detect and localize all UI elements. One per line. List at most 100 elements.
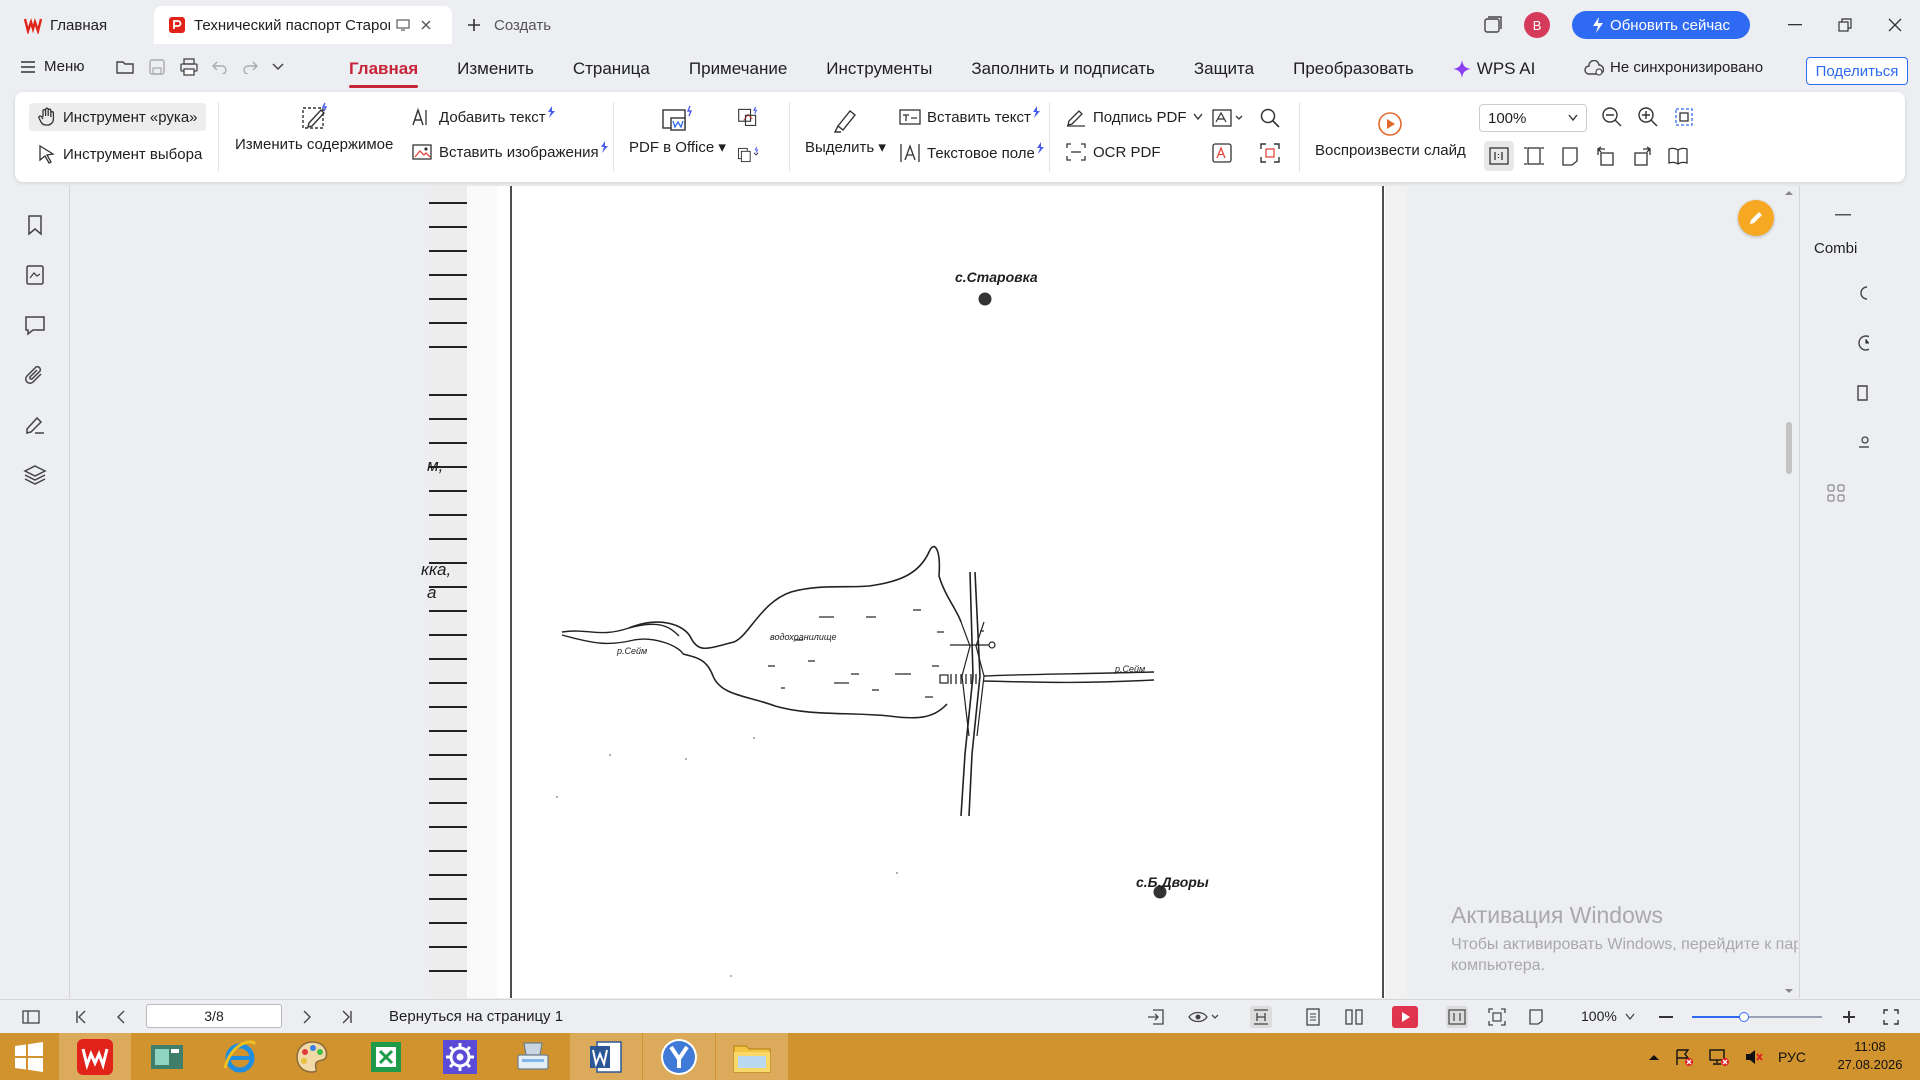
- hand-tool-button[interactable]: Инструмент «рука»: [29, 103, 206, 131]
- comment-icon[interactable]: [22, 312, 48, 338]
- scroll-up-icon[interactable]: [1782, 188, 1796, 198]
- nav-tab-tools[interactable]: Инструменты: [826, 50, 932, 88]
- chevron-down-icon[interactable]: [272, 63, 284, 71]
- volume-muted-icon[interactable]: [1744, 1048, 1764, 1066]
- print-icon[interactable]: [180, 58, 198, 76]
- rotate-left-button[interactable]: [1595, 145, 1617, 167]
- tab-document[interactable]: Технический паспорт Старовского водохран…: [154, 6, 452, 44]
- taskbar-word[interactable]: [570, 1033, 642, 1080]
- window-list-icon[interactable]: [1482, 16, 1502, 34]
- redo-icon[interactable]: [242, 60, 258, 74]
- undo-icon[interactable]: [212, 60, 228, 74]
- sign-pdf-button[interactable]: Подпись PDF: [1065, 107, 1203, 127]
- flag-alert-icon[interactable]: [1674, 1048, 1694, 1066]
- zoom-slider[interactable]: [1692, 1012, 1822, 1022]
- select-tool-button[interactable]: Инструмент выбора: [37, 144, 202, 164]
- search-button[interactable]: [1259, 107, 1281, 129]
- apps-grid-icon[interactable]: [1827, 484, 1845, 502]
- panel-tool-icon[interactable]: [1857, 384, 1869, 402]
- book-view-button[interactable]: [1667, 145, 1689, 167]
- taskbar-paint[interactable]: [276, 1033, 348, 1080]
- network-icon[interactable]: [1708, 1048, 1730, 1066]
- nav-tab-wps-ai[interactable]: WPS AI: [1452, 50, 1535, 88]
- new-tab-button[interactable]: Создать: [466, 12, 551, 38]
- toggle-sidebar-button[interactable]: [20, 1006, 42, 1028]
- ocr-pdf-button[interactable]: OCR PDF: [1065, 142, 1161, 162]
- taskbar-yandex-browser[interactable]: [643, 1033, 715, 1080]
- insert-text-button[interactable]: Вставить текст: [899, 106, 1041, 127]
- monitor-icon[interactable]: [396, 19, 410, 31]
- nav-tab-home[interactable]: Главная: [349, 50, 419, 88]
- fit-width-button[interactable]: [1523, 145, 1545, 167]
- copy-format-button[interactable]: [737, 144, 759, 166]
- edit-floating-button[interactable]: [1738, 200, 1774, 236]
- nav-tab-fill-sign[interactable]: Заполнить и подписать: [971, 50, 1155, 88]
- zoom-in-button[interactable]: [1637, 106, 1659, 128]
- tab-home[interactable]: Главная: [10, 6, 148, 44]
- ai-text-button[interactable]: [1211, 142, 1233, 164]
- pdf-to-office-button[interactable]: PDF в Office ▾: [629, 106, 726, 156]
- highlight-button[interactable]: Выделить ▾: [805, 106, 886, 156]
- panel-tool-icon[interactable]: [1857, 334, 1869, 352]
- rotate-right-button[interactable]: [1631, 145, 1653, 167]
- taskbar-scanner[interactable]: [497, 1033, 569, 1080]
- share-button[interactable]: Поделиться: [1806, 57, 1908, 85]
- panel-tool-icon[interactable]: [1857, 434, 1869, 452]
- next-page-button[interactable]: [296, 1006, 318, 1028]
- sync-status[interactable]: Не синхронизировано: [1584, 59, 1763, 76]
- document-area[interactable]: с.Старовка с.Б.Дворы водохранилище р.Сей…: [71, 186, 1798, 998]
- taskbar-media-center[interactable]: [131, 1033, 203, 1080]
- open-folder-icon[interactable]: [116, 59, 134, 75]
- fit-height-status-button[interactable]: [1525, 1006, 1547, 1028]
- continuous-scroll-button[interactable]: [1250, 1006, 1272, 1028]
- prev-page-button[interactable]: [110, 1006, 132, 1028]
- save-icon[interactable]: [148, 58, 166, 76]
- play-slide-button[interactable]: Воспроизвести слайд: [1315, 110, 1466, 159]
- actual-size-status-button[interactable]: [1446, 1006, 1468, 1028]
- taskbar-clock[interactable]: 11:08 27.08.2026: [1830, 1038, 1910, 1074]
- view-mode-dropdown[interactable]: [1186, 1006, 1222, 1028]
- nav-tab-convert[interactable]: Преобразовать: [1293, 50, 1414, 88]
- fit-page-status-button[interactable]: [1486, 1006, 1508, 1028]
- maximize-button[interactable]: [1820, 8, 1870, 42]
- signature-icon[interactable]: [22, 412, 48, 438]
- user-avatar[interactable]: В: [1524, 12, 1551, 38]
- bookmark-icon[interactable]: [22, 212, 48, 238]
- fit-height-button[interactable]: [1559, 145, 1581, 167]
- screenshot-button[interactable]: [1259, 142, 1281, 164]
- page-number-input[interactable]: 3/8: [146, 1004, 282, 1028]
- scroll-down-icon[interactable]: [1782, 986, 1796, 996]
- two-page-button[interactable]: [1343, 1006, 1365, 1028]
- insert-image-button[interactable]: Вставить изображения: [411, 141, 609, 162]
- actual-size-button[interactable]: [1484, 141, 1514, 171]
- layers-icon[interactable]: [22, 462, 48, 488]
- nav-tab-protect[interactable]: Защита: [1194, 50, 1254, 88]
- fit-page-button[interactable]: [1673, 106, 1695, 128]
- text-field-button[interactable]: Текстовое поле: [899, 142, 1045, 164]
- export-button[interactable]: [1145, 1006, 1167, 1028]
- add-text-button[interactable]: Добавить текст: [411, 106, 556, 127]
- fullscreen-button[interactable]: [1880, 1006, 1902, 1028]
- zoom-level-dropdown[interactable]: 100%: [1581, 1008, 1635, 1024]
- thumbnail-icon[interactable]: [22, 262, 48, 288]
- taskbar-wps-office[interactable]: [59, 1033, 131, 1080]
- upgrade-now-button[interactable]: Обновить сейчас: [1572, 11, 1750, 39]
- attachment-icon[interactable]: [22, 362, 48, 388]
- nav-tab-annotation[interactable]: Примечание: [689, 50, 787, 88]
- scroll-thumb[interactable]: [1786, 422, 1792, 474]
- panel-tool-icon[interactable]: [1857, 284, 1869, 302]
- close-tab-icon[interactable]: [420, 19, 432, 31]
- translate-dropdown-button[interactable]: [1211, 107, 1245, 129]
- play-button[interactable]: [1392, 1006, 1418, 1028]
- taskbar-file-explorer[interactable]: [716, 1033, 788, 1080]
- language-indicator[interactable]: РУС: [1778, 1049, 1806, 1065]
- return-to-page-link[interactable]: Вернуться на страницу 1: [389, 1008, 563, 1025]
- minimize-button[interactable]: [1770, 8, 1820, 42]
- vertical-scrollbar[interactable]: [1782, 186, 1796, 998]
- edit-content-button[interactable]: Изменить содержимое: [235, 102, 393, 153]
- first-page-button[interactable]: [70, 1006, 92, 1028]
- nav-tab-page[interactable]: Страница: [573, 50, 650, 88]
- chevron-up-icon[interactable]: [1648, 1053, 1660, 1061]
- convert-image-button[interactable]: [737, 106, 759, 128]
- zoom-out-status-button[interactable]: [1655, 1006, 1677, 1028]
